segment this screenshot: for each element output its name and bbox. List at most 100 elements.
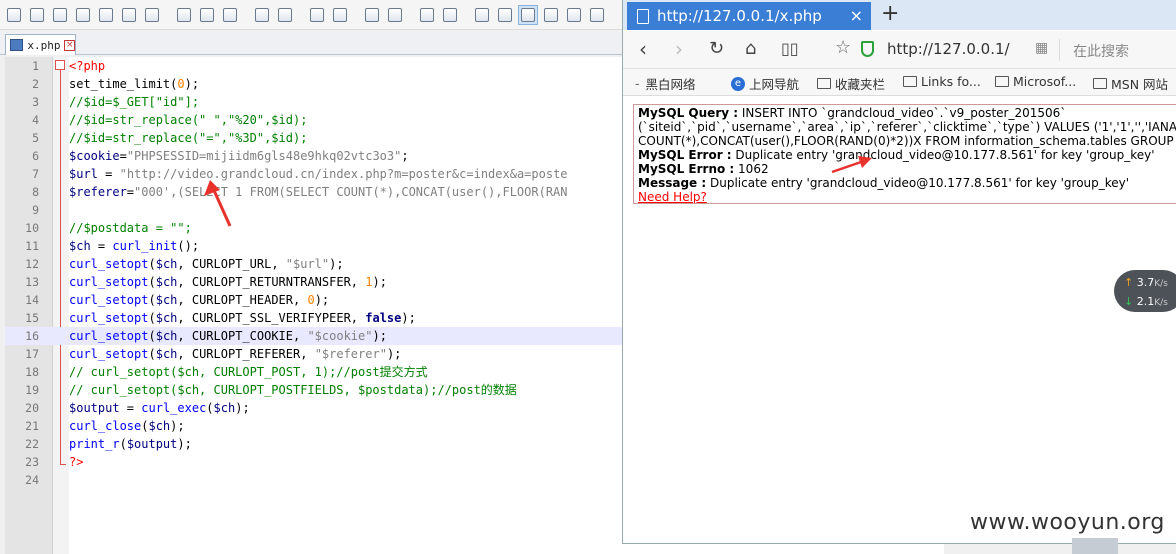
code-token: , CURLOPT_COOKIE, <box>177 329 308 343</box>
qr-code-icon[interactable]: ▦ <box>1035 40 1048 56</box>
line-number: 21 <box>25 419 39 433</box>
errno-text: 1062 <box>734 162 769 176</box>
save-icon[interactable] <box>50 5 70 25</box>
bookmark-msn[interactable]: MSN 网站 <box>1093 74 1168 93</box>
errno-label: MySQL Errno : <box>638 162 735 176</box>
code-token: , CURLOPT_RETURNTRANSFER, <box>177 275 366 289</box>
code-token: "$url" <box>285 257 330 271</box>
code-token: //$id=str_replace(" ","%20",$id); <box>69 113 308 127</box>
file-tab-x-php[interactable]: x.php × <box>5 34 76 55</box>
code-token: = <box>119 401 142 415</box>
mysql-error-box: MySQL Query : INSERT INTO `grandcloud_vi… <box>633 104 1176 204</box>
code-token: $output <box>126 437 178 451</box>
bookmark-label: 收藏夹栏 <box>835 77 886 92</box>
code-token: "000',(SELECT 1 FROM(SELECT COUNT(*),CON… <box>134 185 568 199</box>
sync-horizontal-icon[interactable] <box>440 5 460 25</box>
code-token: //$id=str_replace("=","%3D",$id); <box>69 131 308 145</box>
macro-icon[interactable] <box>587 5 607 25</box>
browser-tab-active[interactable]: http://127.0.0.1/x.php × <box>627 2 871 30</box>
language-icon[interactable] <box>541 5 561 25</box>
code-token: ( <box>148 293 156 307</box>
folder-icon <box>817 78 831 89</box>
code-token: curl_setopt <box>69 311 149 325</box>
code-text: ?> <box>69 453 83 471</box>
home-icon[interactable]: ⌂ <box>745 37 756 61</box>
code-token: print_r <box>69 437 120 451</box>
code-token: = <box>126 185 135 199</box>
taskbar-thumbnail <box>1072 538 1118 554</box>
code-token: curl_setopt <box>69 257 149 271</box>
undo-icon[interactable] <box>252 5 272 25</box>
code-text: $cookie="PHPSESSID=mijiidm6gls48e9hkq02v… <box>69 147 409 165</box>
code-token: = <box>90 239 113 253</box>
search-box[interactable]: 在此搜索 <box>1073 41 1129 61</box>
indent-guide-icon[interactable] <box>518 4 538 25</box>
bookmark-heibai[interactable]: - 黑白网络 <box>635 74 696 93</box>
line-number: 9 <box>32 203 39 217</box>
code-text: //$postdata = ""; <box>69 219 192 237</box>
doc-map-icon[interactable] <box>564 5 584 25</box>
toolbar-separator <box>165 5 171 25</box>
bookmark-links[interactable]: Links fo... <box>903 74 981 89</box>
bookmark-label: Links fo... <box>921 74 981 89</box>
bookmark-microsoft[interactable]: Microsof... <box>995 74 1076 89</box>
line-number: 8 <box>32 185 39 199</box>
code-token: set_time_limit( <box>69 77 178 91</box>
network-speed-widget[interactable]: ↑ 3.7K/s ↓ 2.1K/s <box>1114 270 1176 312</box>
line-number: 6 <box>32 149 39 163</box>
code-token: "http://video.grandcloud.cn/index.php?m=… <box>119 167 568 181</box>
code-text: curl_setopt($ch, CURLOPT_COOKIE, "$cooki… <box>69 327 387 345</box>
save-all-icon[interactable] <box>73 5 93 25</box>
code-token: 0 <box>177 77 185 91</box>
close-all-icon[interactable] <box>119 5 139 25</box>
code-token: $ch <box>69 239 91 253</box>
code-token: $ch <box>155 347 178 361</box>
line-number: 20 <box>25 401 39 415</box>
bookmark-nav[interactable]: e 上网导航 <box>731 74 799 93</box>
line-number: 1 <box>32 59 39 73</box>
reading-mode-icon[interactable]: ▯▯ <box>781 37 799 61</box>
zoom-in-icon[interactable] <box>362 5 382 25</box>
copy-icon[interactable] <box>197 5 217 25</box>
zoom-out-icon[interactable] <box>385 5 405 25</box>
code-token: $url <box>69 167 98 181</box>
query-label: MySQL Query : <box>638 106 739 120</box>
close-tab-icon[interactable]: × <box>850 6 863 25</box>
replace-icon[interactable] <box>330 5 350 25</box>
toolbar-separator <box>243 5 249 25</box>
new-tab-button[interactable]: + <box>881 2 899 26</box>
print-icon[interactable] <box>142 5 162 25</box>
code-token: ( <box>148 275 156 289</box>
code-text: // curl_setopt($ch, CURLOPT_POSTFIELDS, … <box>69 381 517 399</box>
file-tab-label: x.php <box>27 38 61 52</box>
address-bar[interactable]: http://127.0.0.1/ <box>887 40 1010 58</box>
line-number: 17 <box>25 347 39 361</box>
favorite-star-icon[interactable]: ☆ <box>835 37 851 58</box>
sync-vertical-icon[interactable] <box>417 5 437 25</box>
code-token: = <box>97 167 120 181</box>
word-wrap-icon[interactable] <box>472 5 492 25</box>
forward-icon[interactable]: › <box>675 37 683 61</box>
bookmark-favorites-bar[interactable]: 收藏夹栏 <box>817 74 885 93</box>
code-token: //$postdata = ""; <box>69 221 192 235</box>
back-icon[interactable]: ‹ <box>639 37 647 61</box>
cut-icon[interactable] <box>174 5 194 25</box>
redo-icon[interactable] <box>275 5 295 25</box>
code-token: curl_setopt <box>69 347 149 361</box>
refresh-icon[interactable]: ↻ <box>709 37 724 61</box>
line-number: 16 <box>25 329 39 343</box>
bookmark-label: MSN 网站 <box>1111 77 1169 92</box>
close-file-icon[interactable] <box>96 5 116 25</box>
need-help-link[interactable]: Need Help? <box>638 190 707 203</box>
paste-icon[interactable] <box>220 5 240 25</box>
new-file-icon[interactable] <box>4 5 24 25</box>
line-number: 24 <box>25 473 39 487</box>
code-token: curl_setopt <box>69 293 149 307</box>
open-file-icon[interactable] <box>27 5 47 25</box>
code-text: $url = "http://video.grandcloud.cn/index… <box>69 165 568 183</box>
show-all-chars-icon[interactable] <box>495 5 515 25</box>
code-token: ); <box>386 347 402 361</box>
close-tab-icon[interactable]: × <box>64 39 75 51</box>
find-icon[interactable] <box>307 5 327 25</box>
code-token: $ch <box>148 419 171 433</box>
